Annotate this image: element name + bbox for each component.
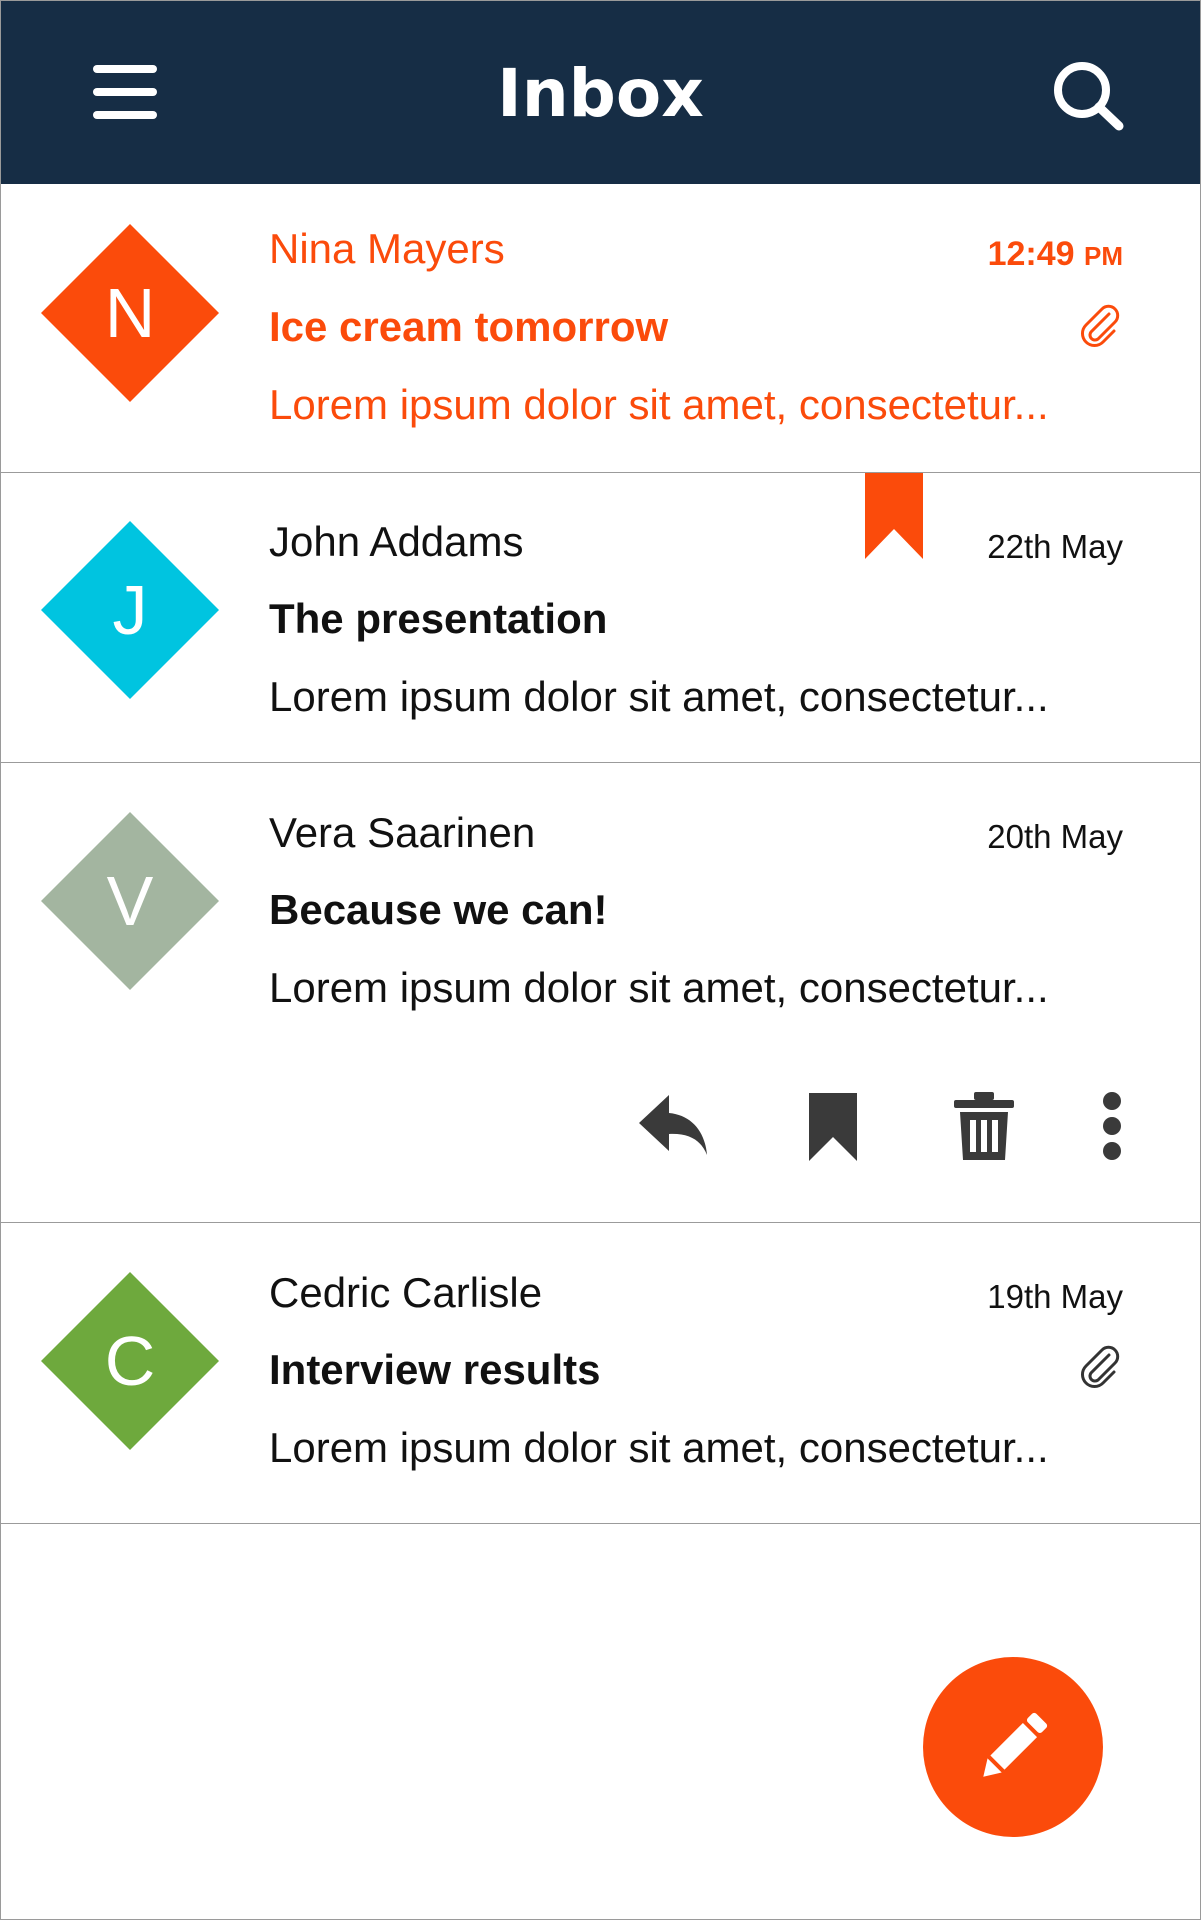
email-row-john-addams[interactable]: J John Addams 22th May The presentation … xyxy=(1,473,1200,763)
more-vertical-icon[interactable] xyxy=(1100,1091,1124,1161)
email-subject: The presentation xyxy=(269,595,608,642)
avatar: C xyxy=(41,1272,219,1450)
avatar: N xyxy=(41,224,219,402)
attachment-icon xyxy=(1078,1345,1124,1391)
trash-icon[interactable] xyxy=(952,1090,1016,1162)
email-row-nina-mayers[interactable]: N Nina Mayers 12:49 PM Ice cream tomorro… xyxy=(1,184,1200,473)
sender-name: Nina Mayers xyxy=(269,225,505,272)
bookmark-icon[interactable] xyxy=(809,1093,857,1161)
received-date: 22th May xyxy=(987,528,1123,565)
search-icon[interactable] xyxy=(1051,59,1127,131)
bookmark-flag-icon xyxy=(865,473,923,559)
reply-icon[interactable] xyxy=(639,1093,709,1157)
email-row-vera-saarinen[interactable]: V Vera Saarinen 20th May Because we can!… xyxy=(1,763,1200,1223)
top-app-bar: Inbox xyxy=(1,1,1200,184)
received-date: 19th May xyxy=(987,1278,1123,1315)
page-title: Inbox xyxy=(497,55,704,132)
sender-name: John Addams xyxy=(269,518,524,565)
compose-button[interactable] xyxy=(923,1657,1103,1837)
inbox-app: Inbox N Nina Mayers 12:49 PM Ice cream t… xyxy=(0,0,1201,1920)
received-time: 12:49 PM xyxy=(987,235,1123,273)
email-subject: Interview results xyxy=(269,1346,601,1393)
attachment-icon xyxy=(1078,304,1124,350)
email-preview: Lorem ipsum dolor sit amet, consectetur.… xyxy=(269,673,1049,720)
avatar: J xyxy=(41,521,219,699)
avatar: V xyxy=(41,812,219,990)
sender-name: Cedric Carlisle xyxy=(269,1269,543,1316)
sender-name: Vera Saarinen xyxy=(269,809,536,856)
pencil-icon xyxy=(983,1712,1048,1777)
email-row-cedric-carlisle[interactable]: C Cedric Carlisle 19th May Interview res… xyxy=(1,1223,1200,1524)
email-subject: Ice cream tomorrow xyxy=(269,303,669,350)
received-date: 20th May xyxy=(987,818,1123,855)
email-preview: Lorem ipsum dolor sit amet, consectetur.… xyxy=(269,964,1049,1011)
email-preview: Lorem ipsum dolor sit amet, consectetur.… xyxy=(269,1424,1049,1471)
email-subject: Because we can! xyxy=(269,886,608,933)
email-preview: Lorem ipsum dolor sit amet, consectetur.… xyxy=(269,381,1049,428)
